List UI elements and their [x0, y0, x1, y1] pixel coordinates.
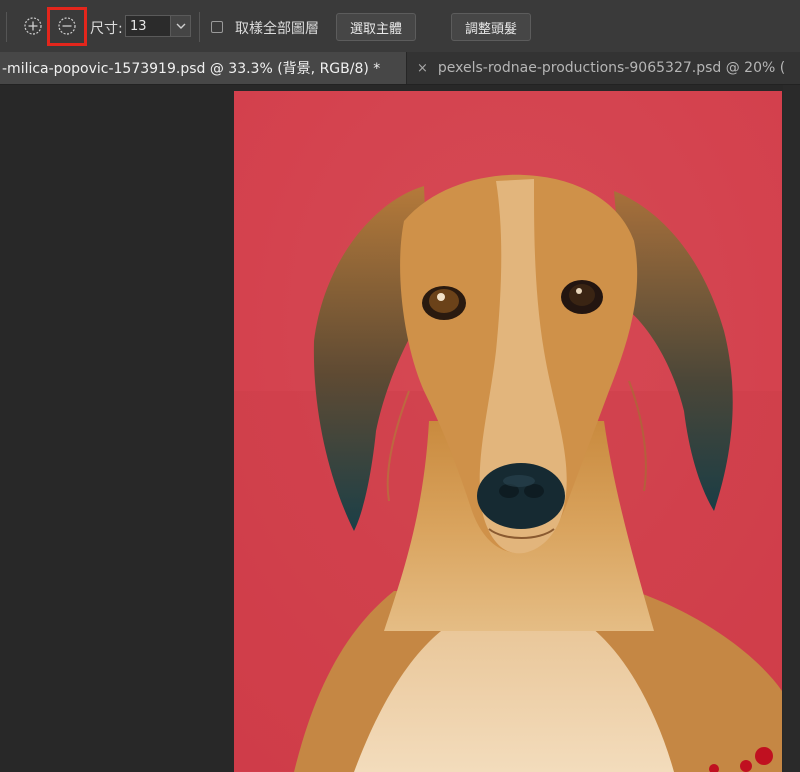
scrollbar-track[interactable]	[783, 85, 800, 772]
highlight-annotation-box	[47, 7, 87, 46]
brush-size-input[interactable]	[125, 15, 171, 37]
close-icon[interactable]: ×	[417, 61, 428, 76]
refine-hair-button[interactable]: 調整頭髮	[451, 13, 531, 41]
select-subject-button[interactable]: 選取主體	[336, 13, 416, 41]
document-tab-active[interactable]: -milica-popovic-1573919.psd @ 33.3% (背景,…	[0, 52, 406, 84]
chevron-down-icon	[176, 23, 185, 29]
sample-all-layers-label: 取樣全部圖層	[235, 21, 319, 37]
options-bar: 尺寸: 取樣全部圖層 選取主體 調整頭髮	[0, 0, 800, 53]
dog-photo	[234, 91, 782, 772]
circle-plus-icon	[24, 17, 42, 35]
canvas-workspace[interactable]	[0, 85, 800, 772]
add-to-selection-button[interactable]	[19, 12, 47, 40]
separator	[199, 12, 200, 42]
tab-title: -milica-popovic-1573919.psd @ 33.3% (背景,…	[2, 61, 381, 77]
sample-all-layers-checkbox[interactable]	[211, 21, 223, 33]
size-label: 尺寸:	[90, 21, 123, 37]
document-tab-inactive[interactable]: × pexels-rodnae-productions-9065327.psd …	[406, 52, 800, 84]
brush-size-dropdown-button[interactable]	[171, 15, 191, 37]
document-tab-bar: -milica-popovic-1573919.psd @ 33.3% (背景,…	[0, 52, 800, 85]
document-canvas[interactable]	[234, 91, 782, 772]
separator	[6, 12, 7, 42]
tab-title: pexels-rodnae-productions-9065327.psd @ …	[437, 60, 786, 76]
